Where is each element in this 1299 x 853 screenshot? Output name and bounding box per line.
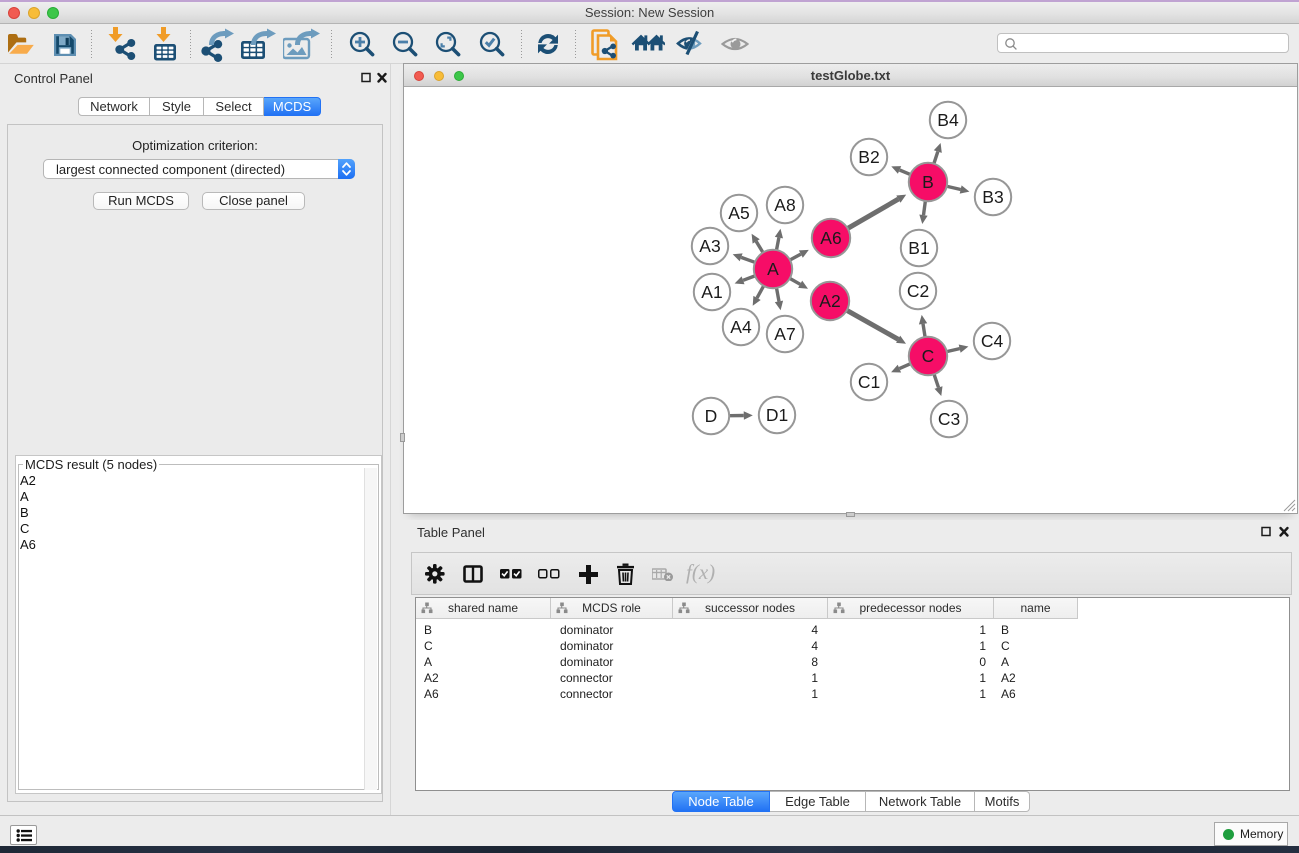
svg-text:D1: D1 [766,405,788,425]
svg-text:A1: A1 [701,282,722,302]
svg-text:D: D [705,406,718,426]
svg-text:B3: B3 [982,187,1003,207]
svg-text:A3: A3 [699,236,720,256]
svg-text:C1: C1 [858,372,880,392]
svg-text:A6: A6 [820,228,841,248]
svg-text:B: B [922,172,934,192]
svg-text:A4: A4 [730,317,752,337]
svg-text:B2: B2 [858,147,879,167]
svg-text:C3: C3 [938,409,960,429]
svg-text:C2: C2 [907,281,929,301]
svg-text:A: A [767,259,779,279]
svg-text:A8: A8 [774,195,795,215]
svg-text:B4: B4 [937,110,959,130]
svg-text:A7: A7 [774,324,795,344]
svg-text:A2: A2 [819,291,840,311]
svg-text:C4: C4 [981,331,1004,351]
svg-text:B1: B1 [908,238,929,258]
svg-text:C: C [922,346,935,366]
svg-text:A5: A5 [728,203,749,223]
